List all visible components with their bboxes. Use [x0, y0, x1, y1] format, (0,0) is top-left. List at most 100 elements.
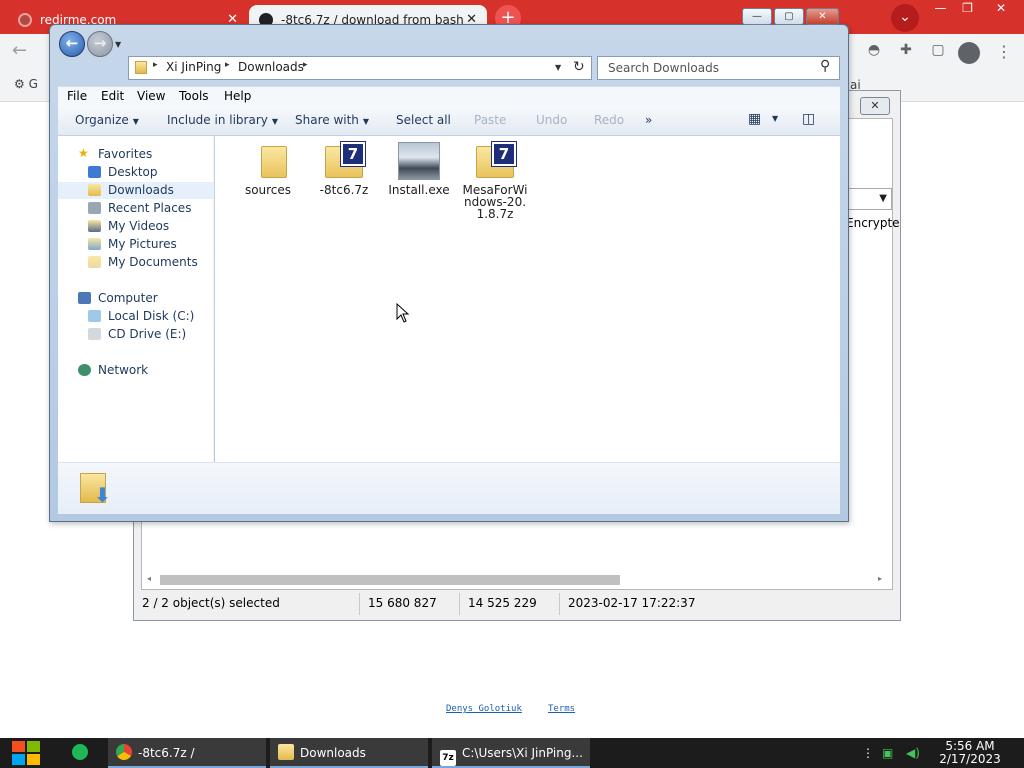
address-bar[interactable]: ▸ Xi JinPing ▸ Downloads ▸ ▼ ↻: [128, 56, 592, 80]
file-item-8tc6-7z[interactable]: 7 -8tc6.7z: [308, 142, 380, 196]
nav-my-videos[interactable]: My Videos: [58, 218, 213, 235]
minimize-icon[interactable]: —: [742, 8, 772, 25]
taskbar-item-7zip[interactable]: 7z C:\Users\Xi JinPing...: [432, 738, 590, 768]
desktop-icon: [88, 166, 101, 178]
menu-tools[interactable]: Tools: [179, 89, 209, 103]
footer-author-link[interactable]: Denys Golotiuk: [446, 704, 522, 714]
folder-icon: [247, 142, 289, 180]
nav-my-documents[interactable]: My Documents: [58, 254, 213, 271]
puzzle-icon[interactable]: ✚: [896, 42, 916, 62]
forward-button[interactable]: →: [87, 31, 113, 57]
nav-downloads[interactable]: Downloads: [58, 182, 213, 199]
status-size: 15 680 827: [360, 593, 460, 615]
clock-date: 2/17/2023: [939, 752, 1001, 766]
nav-local-disk[interactable]: Local Disk (C:): [58, 308, 213, 325]
breadcrumb-xi-jinping[interactable]: Xi JinPing: [166, 60, 221, 74]
status-selected-count: 2 / 2 object(s) selected: [134, 593, 360, 615]
folder-icon: [135, 61, 147, 74]
downloads-folder-icon: ⬇: [80, 469, 112, 507]
status-modified: 2023-02-17 17:22:37: [568, 596, 696, 610]
scroll-right-icon[interactable]: ▸: [878, 574, 882, 583]
taskbar-item-explorer[interactable]: Downloads: [270, 738, 428, 768]
bookmark-icon: ⚙: [14, 77, 29, 91]
nav-cd-drive[interactable]: CD Drive (E:): [58, 326, 213, 343]
site-favicon-icon: [18, 12, 32, 27]
address-history-dropdown-icon[interactable]: ▼: [555, 63, 561, 72]
select-all-button[interactable]: Select all: [396, 113, 451, 127]
horizontal-scrollbar-thumb[interactable]: [160, 575, 620, 585]
close-icon[interactable]: ✕: [806, 8, 839, 25]
status-packed-size: 14 525 229: [460, 593, 560, 615]
paste-button[interactable]: Paste: [474, 113, 506, 127]
star-icon: ★: [78, 146, 89, 160]
extension-icon[interactable]: ◓: [864, 42, 884, 62]
breadcrumb-separator-icon[interactable]: ▸: [225, 60, 230, 70]
menu-file[interactable]: File: [67, 89, 87, 103]
footer-terms-link[interactable]: Terms: [548, 704, 575, 714]
file-item-sources[interactable]: sources: [232, 142, 304, 196]
close-icon[interactable]: ✕: [860, 97, 890, 115]
menu-bar: File Edit View Tools Help: [58, 86, 840, 106]
menu-help[interactable]: Help: [224, 89, 251, 103]
breadcrumb-separator-icon[interactable]: ▸: [303, 60, 308, 70]
share-with-button[interactable]: Share with ▼: [295, 113, 369, 127]
search-input[interactable]: Search Downloads ⚲: [597, 56, 840, 80]
computer-icon: [78, 292, 91, 304]
windows-start-icon[interactable]: [10, 738, 42, 768]
scroll-left-icon[interactable]: ◂: [147, 574, 151, 583]
menu-view[interactable]: View: [137, 89, 165, 103]
close-icon[interactable]: ✕: [983, 0, 1019, 18]
volume-icon[interactable]: ◀): [904, 738, 926, 768]
archive-7z-icon: 7: [474, 142, 516, 180]
recent-locations-dropdown[interactable]: ▼: [115, 40, 121, 49]
nav-favorites[interactable]: ★ Favorites: [58, 146, 213, 163]
nav-my-pictures[interactable]: My Pictures: [58, 236, 213, 253]
file-item-mesa-7z[interactable]: 7 MesaForWindows-20.1.8.7z: [459, 142, 531, 220]
taskbar-item-browser[interactable]: -8tc6.7z / download...: [108, 738, 266, 768]
search-icon[interactable]: ⚲: [820, 58, 830, 74]
chevron-down-icon: ▼: [362, 117, 370, 126]
breadcrumb-downloads[interactable]: Downloads: [238, 60, 304, 74]
chevron-down-icon: ▼: [271, 117, 279, 126]
preview-pane-icon[interactable]: ◫: [802, 111, 815, 127]
nav-desktop[interactable]: Desktop: [58, 164, 213, 181]
file-item-install-exe[interactable]: Install.exe: [383, 142, 455, 196]
minimize-icon[interactable]: —: [926, 0, 955, 18]
archive-7z-icon: 7: [323, 142, 365, 180]
file-view[interactable]: sources 7 -8tc6.7z Install.exe 7 MesaFor…: [215, 136, 840, 462]
nav-network[interactable]: Network: [58, 362, 213, 379]
chevron-down-icon[interactable]: ▼: [846, 188, 892, 210]
arrow-left-icon: ←: [65, 34, 79, 52]
network-icon: [78, 364, 91, 376]
nav-recent-places[interactable]: Recent Places: [58, 200, 213, 217]
network-status-icon[interactable]: ▣: [880, 738, 902, 768]
restore-icon[interactable]: ❐: [953, 0, 982, 18]
column-header-encrypted[interactable]: Encrypte: [846, 216, 900, 230]
chrome-icon: [116, 744, 132, 760]
nav-computer[interactable]: Computer: [58, 290, 213, 307]
downloads-folder-icon: [88, 184, 101, 196]
maximize-icon[interactable]: ▢: [774, 8, 804, 25]
back-button[interactable]: ←: [59, 31, 85, 57]
refresh-icon[interactable]: ↻: [573, 59, 585, 75]
bookmark-item[interactable]: ⚙ G: [14, 77, 38, 91]
more-vertical-icon[interactable]: ⋮: [860, 738, 874, 768]
menu-edit[interactable]: Edit: [101, 89, 124, 103]
chevron-down-icon[interactable]: ⌄: [891, 4, 919, 32]
view-options-icon[interactable]: ▦: [748, 111, 761, 127]
back-arrow-icon[interactable]: ←: [12, 40, 27, 61]
chevron-down-icon[interactable]: ▼: [772, 114, 778, 123]
undo-button[interactable]: Undo: [536, 113, 567, 127]
include-in-library-button[interactable]: Include in library ▼: [167, 113, 278, 127]
more-vertical-icon[interactable]: ⋮: [996, 42, 1012, 61]
app-icon-green[interactable]: [66, 738, 96, 768]
avatar[interactable]: [958, 42, 980, 64]
chat-app-icon: [72, 744, 88, 760]
redo-button[interactable]: Redo: [594, 113, 624, 127]
more-commands-button[interactable]: »: [645, 113, 652, 127]
command-bar: Organize ▼ Include in library ▼ Share with…: [58, 106, 840, 136]
breadcrumb-separator-icon[interactable]: ▸: [153, 60, 158, 70]
side-panel-icon[interactable]: ▢: [928, 42, 948, 62]
organize-button[interactable]: Organize ▼: [75, 113, 139, 127]
system-clock[interactable]: 5:56 AM 2/17/2023: [936, 740, 1004, 766]
